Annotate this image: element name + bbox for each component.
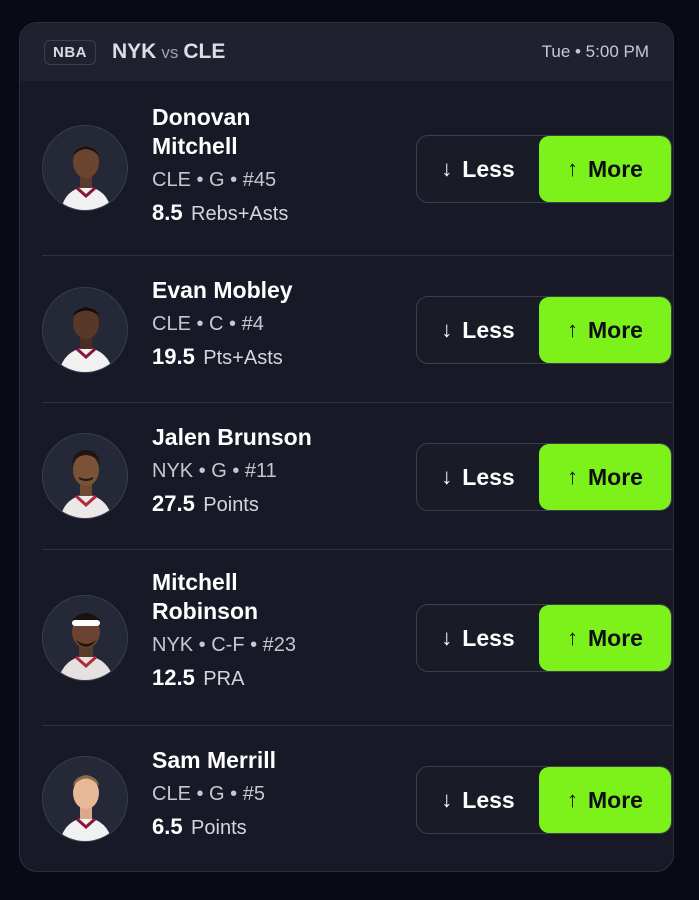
player-name: Mitchell Robinson [152,569,259,624]
prop-stat: Points [203,494,259,516]
pick-toggle: ↓ Less ↑ More [416,296,672,364]
player-headshot-icon [43,126,127,210]
prop-line: 6.5 Points [152,813,276,844]
prop-line: 27.5 Points [152,490,312,521]
player-row: Donovan Mitchell CLE • G • #45 8.5 Rebs+… [42,81,673,256]
more-button[interactable]: ↑ More [539,767,671,833]
player-name: Evan Mobley [152,277,293,303]
pick-toggle: ↓ Less ↑ More [416,443,672,511]
player-avatar [42,433,128,519]
pick-toggle: ↓ Less ↑ More [416,135,672,203]
arrow-down-icon: ↓ [441,787,453,812]
prop-value: 27.5 [152,491,195,516]
prop-stat: Rebs+Asts [191,203,289,225]
more-button[interactable]: ↑ More [539,605,671,671]
more-button[interactable]: ↑ More [539,444,671,510]
arrow-up-icon: ↑ [567,464,579,489]
less-button[interactable]: ↓ Less [417,444,539,510]
pick-toggle: ↓ Less ↑ More [416,604,672,672]
less-button[interactable]: ↓ Less [417,297,539,363]
prop-value: 19.5 [152,344,195,369]
game-header: NBA NYK vs CLE Tue • 5:00 PM [20,23,673,81]
prop-value: 12.5 [152,665,195,690]
prop-stat: PRA [203,668,245,690]
player-name: Sam Merrill [152,747,276,773]
player-row: Evan Mobley CLE • C • #4 19.5 Pts+Asts ↓… [42,256,673,403]
less-label: Less [462,463,515,490]
team-home: CLE [183,40,226,63]
player-headshot-icon [43,288,127,372]
less-button[interactable]: ↓ Less [417,605,539,671]
arrow-up-icon: ↑ [567,317,579,342]
player-avatar [42,756,128,842]
less-label: Less [462,624,515,651]
more-button[interactable]: ↑ More [539,297,671,363]
player-headshot-icon [43,757,127,841]
player-avatar [42,595,128,681]
player-name: Donovan Mitchell [152,104,251,159]
arrow-down-icon: ↓ [441,317,453,342]
player-meta: NYK • G • #11 [152,460,277,482]
player-row: Sam Merrill CLE • G • #5 6.5 Points ↓ Le… [42,726,673,871]
pick-toggle: ↓ Less ↑ More [416,766,672,834]
player-meta: CLE • G • #45 [152,169,277,191]
game-card: NBA NYK vs CLE Tue • 5:00 PM Donovan Mit… [19,22,674,872]
prop-stat: Points [191,817,247,839]
prop-value: 6.5 [152,814,183,839]
player-avatar [42,125,128,211]
matchup: NYK vs CLE [112,40,225,64]
player-avatar [42,287,128,373]
prop-line: 8.5 Rebs+Asts [152,199,312,230]
less-button[interactable]: ↓ Less [417,136,539,202]
prop-stat: Pts+Asts [203,347,283,369]
player-headshot-icon [43,596,127,680]
prop-line: 19.5 Pts+Asts [152,343,293,374]
less-label: Less [462,316,515,343]
player-row: Jalen Brunson NYK • G • #11 27.5 Points … [42,403,673,550]
more-label: More [588,463,643,490]
player-headshot-icon [43,434,127,518]
arrow-down-icon: ↓ [441,625,453,650]
arrow-up-icon: ↑ [567,787,579,812]
arrow-down-icon: ↓ [441,156,453,181]
player-meta: CLE • G • #5 [152,783,265,805]
game-time: Tue • 5:00 PM [541,42,649,61]
arrow-down-icon: ↓ [441,464,453,489]
less-label: Less [462,155,515,182]
more-label: More [588,786,643,813]
prop-line: 12.5 PRA [152,664,312,695]
player-row: Mitchell Robinson NYK • C-F • #23 12.5 P… [42,550,673,726]
arrow-up-icon: ↑ [567,625,579,650]
arrow-up-icon: ↑ [567,156,579,181]
more-label: More [588,155,643,182]
player-name: Jalen Brunson [152,424,312,450]
player-meta: CLE • C • #4 [152,313,264,335]
less-label: Less [462,786,515,813]
league-badge: NBA [44,39,96,65]
vs-label: vs [161,43,179,62]
team-away: NYK [112,40,157,63]
more-label: More [588,316,643,343]
prop-value: 8.5 [152,200,183,225]
player-meta: NYK • C-F • #23 [152,634,297,656]
more-label: More [588,624,643,651]
less-button[interactable]: ↓ Less [417,767,539,833]
more-button[interactable]: ↑ More [539,136,671,202]
